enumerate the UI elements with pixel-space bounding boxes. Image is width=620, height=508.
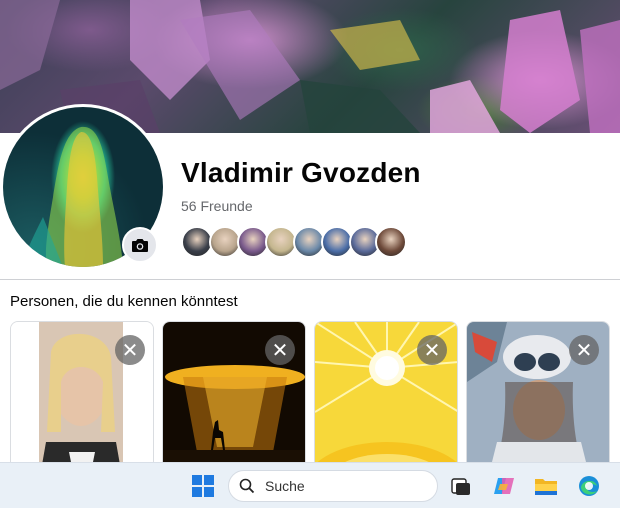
file-explorer-button[interactable] — [533, 473, 559, 499]
close-icon: ✕ — [423, 338, 441, 362]
copilot-icon — [494, 478, 514, 494]
suggestion-card[interactable]: ✕ — [314, 321, 458, 481]
search-label: Suche — [265, 478, 305, 494]
suggestion-card[interactable]: ✕ — [466, 321, 610, 481]
profile-name: Vladimir Gvozden — [181, 157, 421, 188]
windows-taskbar: Suche — [0, 462, 620, 508]
dismiss-suggestion-button[interactable]: ✕ — [417, 335, 447, 365]
windows-logo-icon — [192, 475, 214, 497]
people-you-may-know-title: Personen, die du kennen könntest — [10, 293, 238, 310]
copilot-button[interactable] — [491, 473, 517, 499]
dismiss-suggestion-button[interactable]: ✕ — [115, 335, 145, 365]
section-divider — [0, 279, 620, 280]
folder-icon — [535, 479, 557, 495]
close-icon: ✕ — [121, 338, 139, 362]
edge-browser-button[interactable] — [576, 473, 602, 499]
change-profile-photo-button[interactable] — [122, 227, 158, 263]
facebook-profile-page: Vladimir Gvozden 56 Freunde Personen, di… — [0, 0, 620, 508]
search-icon — [239, 478, 255, 494]
friend-avatar[interactable] — [375, 226, 407, 258]
suggestion-card[interactable]: ✕ — [162, 321, 306, 481]
taskbar-search[interactable]: Suche — [228, 470, 438, 502]
start-button[interactable] — [190, 473, 216, 499]
task-view-icon — [451, 478, 470, 495]
close-icon: ✕ — [575, 338, 593, 362]
close-icon: ✕ — [271, 338, 289, 362]
friends-count-link[interactable]: 56 Freunde — [181, 198, 253, 214]
task-view-button[interactable] — [448, 473, 474, 499]
camera-icon — [132, 239, 148, 252]
suggestion-card[interactable]: ✕ — [10, 321, 154, 481]
edge-icon — [579, 476, 599, 496]
dismiss-suggestion-button[interactable]: ✕ — [265, 335, 295, 365]
dismiss-suggestion-button[interactable]: ✕ — [569, 335, 599, 365]
